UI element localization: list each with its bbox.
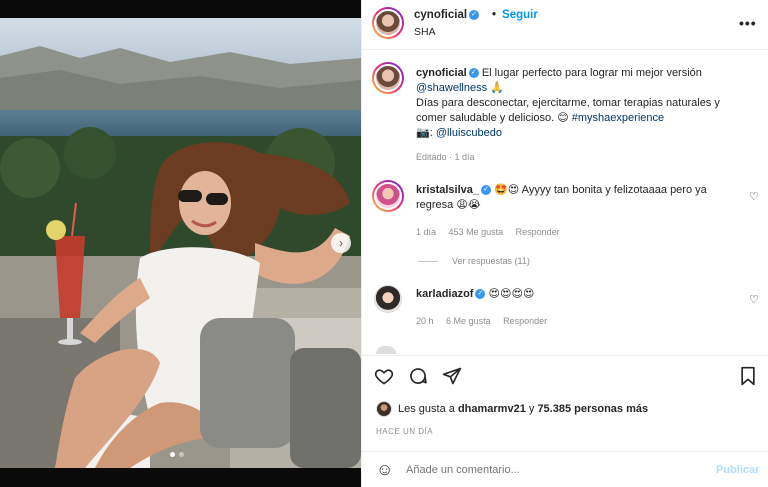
- hashtag-link[interactable]: #myshaexperience: [572, 112, 664, 124]
- bookmark-icon[interactable]: [739, 366, 757, 391]
- comment-avatar-kristal[interactable]: [372, 180, 404, 212]
- post-timestamp[interactable]: HACE UN DÍA: [376, 427, 433, 436]
- share-icon[interactable]: [442, 366, 462, 391]
- author-avatar[interactable]: [372, 7, 404, 39]
- like-comment-heart-icon[interactable]: ♡: [749, 293, 759, 306]
- photo-illustration: [0, 18, 361, 468]
- smile-emoji: 😊: [557, 112, 569, 124]
- pray-emoji: 🙏: [490, 82, 504, 94]
- verified-badge-icon: ✓: [475, 289, 486, 300]
- replies-line: [418, 261, 438, 263]
- author-name-text[interactable]: cynoficial: [414, 9, 467, 21]
- caption-text: cynoficial ✓ El lugar perfecto para logra…: [416, 66, 756, 141]
- comment-likes[interactable]: 6 Me gusta: [446, 316, 491, 326]
- comment-meta: 1 día 453 Me gusta Responder: [416, 227, 560, 237]
- carousel-dot-active: [170, 452, 175, 457]
- liker-username[interactable]: dhamarmv21: [458, 403, 526, 415]
- likes-joiner: y: [528, 403, 535, 415]
- post-photo: [0, 18, 361, 468]
- caption-author-avatar[interactable]: [372, 62, 404, 94]
- comment-author[interactable]: kristalsilva_: [416, 184, 479, 196]
- comment-age[interactable]: 1 día: [416, 227, 436, 237]
- heart-icon[interactable]: [374, 366, 394, 391]
- mention-link[interactable]: @shawellness: [416, 82, 487, 94]
- comment-text: kristalsilva_ ✓ 🤩😍 Ayyyy tan bonita y fel…: [416, 183, 736, 213]
- partial-avatar: [376, 346, 396, 354]
- dot-separator: •: [492, 9, 497, 21]
- caption-line1: El lugar perfecto para lograr mi mejor v…: [481, 67, 702, 79]
- likes-prefix: Les gusta a: [398, 403, 455, 415]
- comment-author[interactable]: karladiazof: [416, 288, 473, 300]
- caption-line3: comer saludable y delicioso.: [416, 112, 555, 124]
- comment-body-line2: regresa 😩😭: [416, 199, 481, 211]
- reply-button[interactable]: Responder: [516, 227, 560, 237]
- comment-likes[interactable]: 453 Me gusta: [449, 227, 504, 237]
- comment-avatar-karla[interactable]: [374, 285, 402, 313]
- caption-edited-time: Editado · 1 día: [416, 152, 475, 162]
- liker-avatar[interactable]: [376, 401, 392, 417]
- follow-label[interactable]: Seguir: [502, 9, 538, 21]
- post-image-area[interactable]: ›: [0, 0, 361, 487]
- view-replies-button[interactable]: Ver respuestas (11): [418, 256, 530, 266]
- caption-line2: Días para desconectar, ejercitarme, toma…: [416, 97, 720, 109]
- emoji-picker-icon[interactable]: ☺: [376, 460, 393, 480]
- image-bottom-bar: [0, 468, 361, 487]
- comment-meta: 20 h 6 Me gusta Responder: [416, 316, 547, 326]
- verified-badge-icon: ✓: [481, 185, 491, 196]
- follow-button[interactable]: • Seguir: [492, 9, 538, 21]
- location-link[interactable]: SHA: [414, 26, 436, 38]
- likes-count[interactable]: 75.385 personas más: [537, 403, 648, 415]
- comment-body: 😍😍😍😍: [488, 288, 535, 300]
- carousel-dot: [179, 452, 184, 457]
- comment-input[interactable]: [406, 461, 696, 479]
- likes-summary[interactable]: Les gusta a dhamarmv21 y 75.385 personas…: [398, 403, 648, 415]
- publish-button[interactable]: Publicar: [716, 464, 759, 476]
- verified-badge-icon: ✓: [468, 68, 479, 79]
- image-top-bar: [0, 0, 361, 18]
- verified-badge-icon: ✓: [469, 9, 480, 20]
- next-image-button[interactable]: ›: [331, 233, 351, 253]
- comment-icon[interactable]: [408, 366, 428, 391]
- comment-age[interactable]: 20 h: [416, 316, 434, 326]
- more-options-icon[interactable]: •••: [739, 15, 757, 31]
- caption-author[interactable]: cynoficial: [416, 67, 467, 79]
- view-replies-label[interactable]: Ver respuestas (11): [452, 256, 530, 266]
- credit-link[interactable]: @lluiscubedo: [436, 127, 502, 139]
- reply-button[interactable]: Responder: [503, 316, 547, 326]
- carousel-indicator: [170, 452, 184, 457]
- like-comment-heart-icon[interactable]: ♡: [749, 190, 759, 203]
- comment-text: karladiazof ✓ 😍😍😍😍: [416, 287, 736, 302]
- chevron-right-icon: ›: [339, 236, 343, 250]
- post-header: cynoficial ✓ • Seguir SHA •••: [362, 0, 768, 50]
- post-side-panel: cynoficial ✓ • Seguir SHA ••• cynoficial ✓ …: [361, 0, 768, 487]
- comment-body: 🤩😍 Ayyyy tan bonita y felizotaaaa pero y…: [494, 184, 707, 196]
- author-username[interactable]: cynoficial ✓: [414, 9, 480, 21]
- comment-bar: ☺ Publicar: [362, 451, 768, 487]
- camera-emoji: 📷:: [416, 127, 436, 139]
